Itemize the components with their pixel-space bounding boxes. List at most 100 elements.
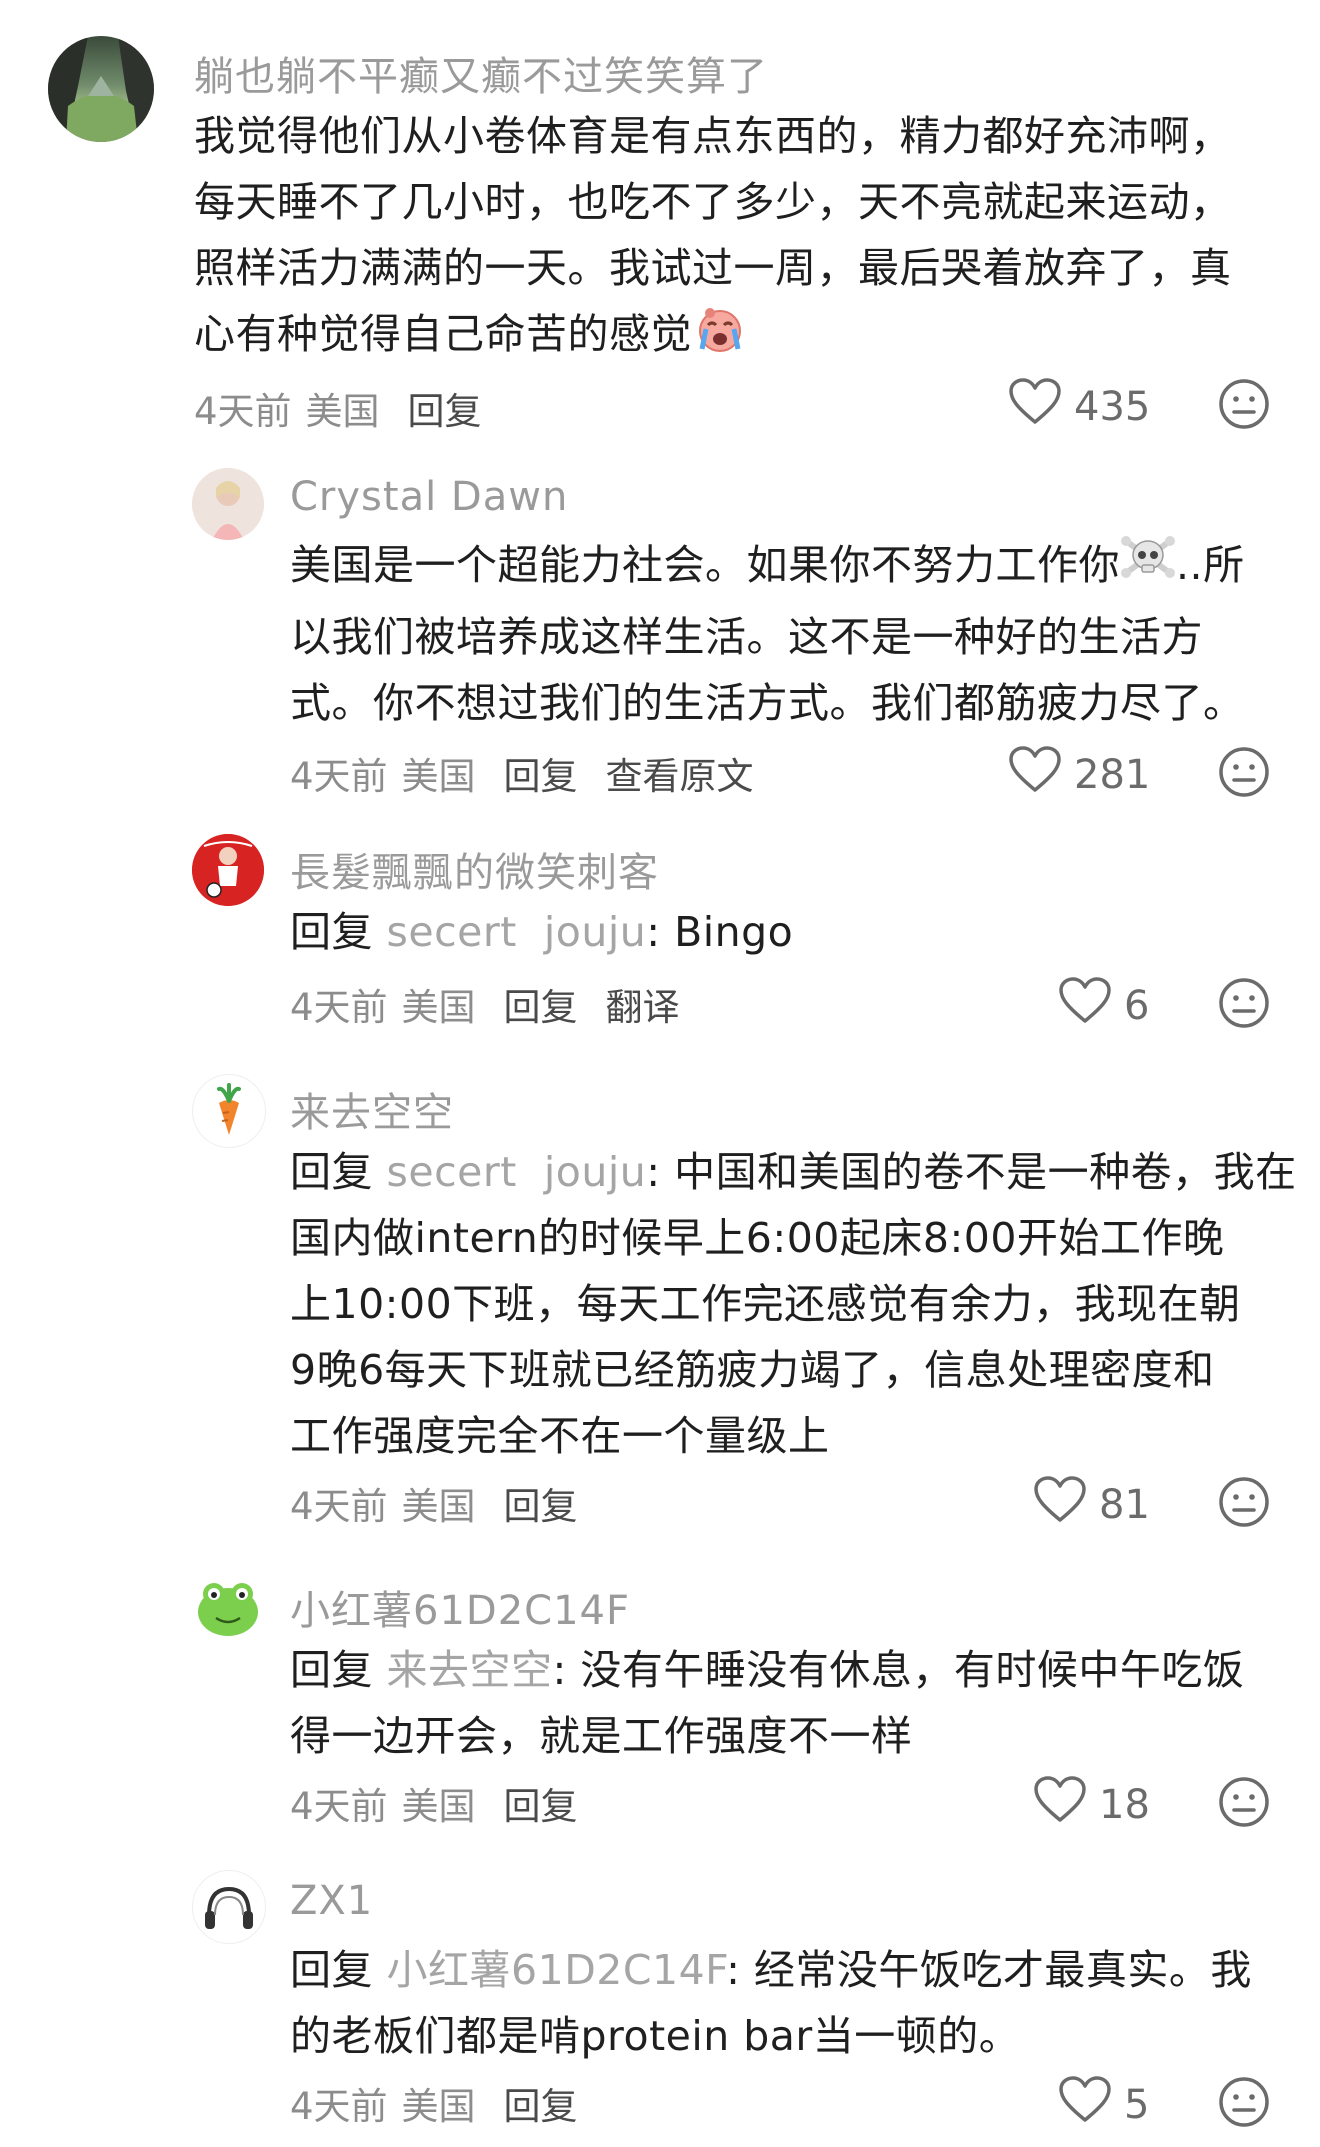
like-button[interactable]: 6	[1058, 977, 1149, 1035]
carrot-avatar-icon	[217, 1083, 241, 1135]
comment-meta: 4天前 美国 回复 翻译	[290, 977, 708, 1031]
like-button[interactable]: 435	[1008, 378, 1150, 436]
timestamp: 4天前	[194, 390, 292, 433]
comment-meta: 4天前 美国 回复	[290, 2076, 606, 2130]
avatar[interactable]	[48, 36, 154, 142]
mention-link[interactable]: 小红薯61D2C14F	[387, 1946, 727, 1994]
comment-line: 回复 secert jouju: 中国和美国的卷不是一种卷，我在	[290, 1139, 1297, 1205]
timestamp: 4天前	[290, 755, 388, 798]
comment-line: 回复 secert jouju: Bingo	[290, 899, 793, 965]
reply-button[interactable]: 回复	[504, 1485, 578, 1528]
comment-item: 長髮飄飄的微笑刺客 回复 secert jouju: Bingo 4天前 美国 回复…	[0, 810, 1320, 1050]
like-button[interactable]: 81	[1033, 1476, 1150, 1534]
unhappy-face-icon[interactable]	[1218, 977, 1270, 1033]
comment-line-text: 美国是一个超能力社会。如果你不努力工作你	[290, 541, 1120, 589]
reply-button[interactable]: 回复	[504, 755, 578, 798]
comment-line: 每天睡不了几小时，也吃不了多少，天不亮就起来运动，	[194, 178, 1232, 226]
unhappy-face-icon[interactable]	[1218, 746, 1270, 802]
like-button[interactable]: 281	[1008, 746, 1150, 804]
unhappy-face-icon[interactable]	[1218, 1476, 1270, 1532]
timestamp: 4天前	[290, 1785, 388, 1828]
location: 美国	[401, 755, 476, 798]
comment-line: 回复 小红薯61D2C14F: 经常没午饭吃才最真实。我	[290, 1937, 1252, 2003]
comment-line: 回复 来去空空: 没有午睡没有休息，有时候中午吃饭	[290, 1637, 1244, 1703]
view-original-button[interactable]: 查看原文	[606, 755, 754, 798]
unhappy-face-icon[interactable]	[1218, 378, 1270, 434]
heart-outline-icon	[1058, 977, 1112, 1035]
timestamp: 4天前	[290, 1485, 388, 1528]
comment-line: 照样活力满满的一天。我试过一周，最后哭着放弃了，真	[194, 244, 1232, 292]
reply-button[interactable]: 回复	[504, 2085, 578, 2128]
mention-link[interactable]: 来去空空	[387, 1646, 553, 1694]
comment-line-text: 心有种觉得自己命苦的感觉	[194, 310, 692, 358]
comment-text: 美国是一个超能力社会。如果你不努力工作你 ..所 以我们被培养成这样生活。这不是一…	[290, 532, 1245, 736]
username[interactable]: 来去空空	[290, 1080, 454, 1138]
reply-prefix: 回复	[290, 908, 373, 956]
like-button[interactable]: 18	[1033, 1776, 1150, 1834]
comment-line-text: : 经常没午饭吃才最真实。我	[726, 1946, 1252, 1994]
location: 美国	[401, 2085, 476, 2128]
unhappy-face-icon[interactable]	[1218, 2076, 1270, 2132]
reply-button[interactable]: 回复	[504, 986, 578, 1029]
username[interactable]: 躺也躺不平癫又癫不过笑笑算了	[194, 44, 768, 102]
username[interactable]: 小红薯61D2C14F	[290, 1578, 630, 1636]
portrait-avatar-icon	[192, 468, 264, 540]
comment-line: 得一边开会，就是工作强度不一样	[290, 1712, 913, 1760]
location: 美国	[401, 986, 476, 1029]
comment-line: 国内做intern的时候早上6:00起床8:00开始工作晚	[290, 1214, 1225, 1262]
heart-outline-icon	[1008, 378, 1062, 436]
translate-button[interactable]: 翻译	[606, 986, 680, 1029]
reply-prefix: 回复	[290, 1946, 373, 1994]
comment-line: 工作强度完全不在一个量级上	[290, 1412, 830, 1460]
like-count: 18	[1099, 1782, 1150, 1828]
crying-face-emoji	[692, 303, 748, 372]
like-count: 6	[1124, 983, 1150, 1029]
comment-line-text: : 没有午睡没有休息，有时候中午吃饭	[552, 1646, 1245, 1694]
avatar[interactable]	[192, 1074, 266, 1148]
comment-line: 9晚6每天下班就已经筋疲力竭了，信息处理密度和	[290, 1346, 1215, 1394]
reply-prefix: 回复	[290, 1646, 373, 1694]
timestamp: 4天前	[290, 986, 388, 1029]
avatar[interactable]	[192, 1870, 266, 1944]
comment-line: 我觉得他们从小卷体育是有点东西的，精力都好充沛啊，	[194, 112, 1232, 160]
location: 美国	[401, 1785, 476, 1828]
heart-outline-icon	[1033, 1476, 1087, 1534]
like-count: 5	[1124, 2082, 1150, 2128]
comment-item: 躺也躺不平癫又癫不过笑笑算了 我觉得他们从小卷体育是有点东西的，精力都好充沛啊，…	[0, 0, 1320, 440]
comment-item: Crystal Dawn 美国是一个超能力社会。如果你不努力工作你 ..所 以我们…	[0, 440, 1320, 810]
comment-line: 的老板们都是啃protein bar当一顿的。	[290, 2012, 1021, 2060]
headphones-avatar-icon	[205, 1886, 253, 1929]
comment-meta: 4天前 美国 回复	[194, 381, 510, 435]
comment-text: 我觉得他们从小卷体育是有点东西的，精力都好充沛啊， 每天睡不了几小时，也吃不了多…	[194, 103, 1232, 372]
comment-line-text: ..所	[1176, 541, 1245, 589]
timestamp: 4天前	[290, 2085, 388, 2128]
comment-text: 回复 secert jouju: 中国和美国的卷不是一种卷，我在 国内做inte…	[290, 1139, 1297, 1469]
comment-text: 回复 小红薯61D2C14F: 经常没午饭吃才最真实。我 的老板们都是啃prot…	[290, 1937, 1252, 2069]
avatar[interactable]	[192, 468, 264, 540]
comment-line: 上10:00下班，每天工作完还感觉有余力，我现在朝	[290, 1280, 1241, 1328]
like-button[interactable]: 5	[1058, 2076, 1149, 2134]
mention-link[interactable]: secert jouju	[387, 908, 647, 956]
reply-button[interactable]: 回复	[504, 1785, 578, 1828]
comment-text: 回复 来去空空: 没有午睡没有休息，有时候中午吃饭 得一边开会，就是工作强度不一…	[290, 1637, 1244, 1769]
heart-outline-icon	[1033, 1776, 1087, 1834]
comment-meta: 4天前 美国 回复	[290, 1476, 606, 1530]
avatar[interactable]	[192, 1570, 264, 1642]
comment-item: 来去空空 回复 secert jouju: 中国和美国的卷不是一种卷，我在 国内…	[0, 1050, 1320, 1550]
comment-line: 美国是一个超能力社会。如果你不努力工作你 ..所	[290, 532, 1245, 604]
unhappy-face-icon[interactable]	[1218, 1776, 1270, 1832]
heart-outline-icon	[1058, 2076, 1112, 2134]
comment-line: 以我们被培养成这样生活。这不是一种好的生活方	[290, 612, 1203, 661]
like-count: 281	[1074, 752, 1151, 798]
location: 美国	[401, 1485, 476, 1528]
mention-link[interactable]: secert jouju	[387, 1148, 647, 1196]
comment-item: ZX1 回复 小红薯61D2C14F: 经常没午饭吃才最真实。我 的老板们都是啃…	[0, 1850, 1320, 2147]
username[interactable]: ZX1	[290, 1878, 373, 1924]
username[interactable]: 長髮飄飄的微笑刺客	[290, 840, 659, 898]
username[interactable]: Crystal Dawn	[290, 474, 568, 520]
skull-crossbones-emoji	[1120, 533, 1176, 604]
avatar[interactable]	[192, 834, 264, 906]
comment-line-text: : Bingo	[646, 908, 794, 956]
reply-button[interactable]: 回复	[408, 390, 482, 433]
comment-line-text: : 中国和美国的卷不是一种卷，我在	[646, 1148, 1297, 1196]
